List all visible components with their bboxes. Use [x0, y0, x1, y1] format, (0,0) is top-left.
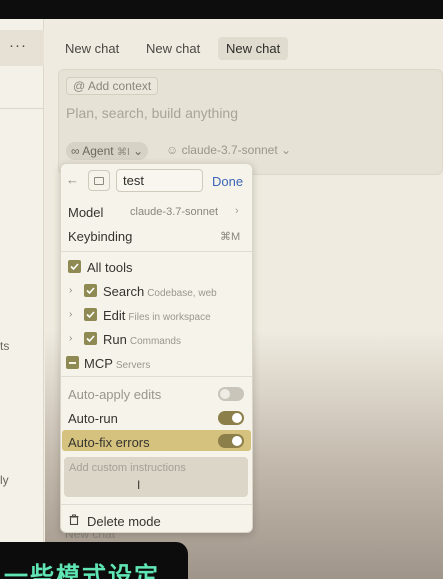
tab-new-chat-active[interactable]: New chat	[218, 37, 289, 60]
tab-new-chat-2[interactable]: New chat	[138, 37, 208, 60]
chevron-down-icon: ⌄	[133, 144, 144, 158]
chevron-right-icon: ›	[235, 205, 239, 217]
auto-run-label: Auto-run	[68, 411, 118, 426]
custom-instructions-placeholder: Add custom instructions	[69, 462, 186, 474]
tab-new-chat-1[interactable]: New chat	[57, 37, 127, 60]
run-tool-label: Run Commands	[103, 332, 181, 347]
tool-name: MCP	[84, 356, 113, 371]
divider	[61, 251, 252, 252]
divider	[61, 376, 252, 377]
tool-name: Run	[103, 332, 127, 347]
video-subtitle: 一些模式设定	[4, 562, 160, 579]
search-tool-label: Search Codebase, web	[103, 284, 217, 299]
tool-description: Files in workspace	[128, 312, 211, 323]
tool-description: Commands	[129, 336, 181, 347]
auto-apply-edits-toggle[interactable]	[218, 387, 244, 401]
edit-tool-label: Edit Files in workspace	[103, 308, 211, 323]
auto-fix-errors-label: Auto-fix errors	[68, 435, 150, 450]
folder-icon	[94, 177, 104, 185]
done-button[interactable]: Done	[212, 174, 243, 189]
agent-mode-label: ∞ Agent	[71, 144, 114, 158]
video-subtitle-box: 一些模式设定	[0, 542, 188, 579]
tool-description: Codebase, web	[147, 288, 217, 299]
agent-mode-selector[interactable]: ∞ Agent ⌘I ⌄	[66, 142, 149, 160]
auto-run-toggle[interactable]	[218, 411, 244, 425]
model-row-label: Model	[68, 205, 104, 220]
divider	[61, 504, 252, 505]
chevron-down-icon: ⌄	[281, 143, 292, 157]
sidebar	[0, 19, 44, 579]
mode-name-input[interactable]	[116, 169, 203, 192]
edit-tool-checkbox[interactable]	[84, 308, 97, 321]
tool-description: Servers	[115, 360, 151, 371]
run-tool-checkbox[interactable]	[84, 332, 97, 345]
top-bar	[0, 0, 443, 19]
composer-placeholder[interactable]: Plan, search, build anything	[66, 105, 238, 121]
all-tools-label: All tools	[87, 260, 133, 275]
sidebar-text-fragment: ly	[0, 473, 9, 487]
all-tools-checkbox[interactable]	[68, 260, 81, 273]
back-arrow-icon[interactable]: ←	[66, 172, 79, 187]
sidebar-divider	[0, 108, 44, 109]
trash-icon[interactable]	[69, 514, 79, 528]
model-row-value[interactable]: claude-3.7-sonnet	[130, 206, 218, 218]
partial-check-icon	[69, 362, 76, 364]
auto-apply-edits-label: Auto-apply edits	[68, 387, 162, 402]
text-cursor-icon: I	[137, 478, 141, 492]
search-tool-checkbox[interactable]	[84, 284, 97, 297]
more-options-icon[interactable]: ···	[9, 37, 27, 54]
delete-mode-button[interactable]: Delete mode	[87, 514, 161, 529]
agent-shortcut: ⌘I	[116, 147, 130, 158]
mcp-checkbox[interactable]	[66, 356, 79, 369]
sidebar-text-fragment: ts	[0, 339, 10, 353]
tool-name: Edit	[103, 308, 126, 323]
mode-icon-picker-button[interactable]	[88, 170, 110, 191]
keybinding-value[interactable]: ⌘M	[220, 230, 240, 243]
model-selector[interactable]: ☺︎ claude-3.7-sonnet ⌄	[166, 143, 291, 157]
mcp-label: MCP Servers	[84, 356, 150, 371]
keybinding-row-label: Keybinding	[68, 229, 133, 244]
custom-instructions-field[interactable]: Add custom instructions	[64, 457, 248, 497]
add-context-button[interactable]: @ Add context	[66, 77, 159, 95]
model-selector-label: claude-3.7-sonnet	[181, 143, 278, 157]
chevron-right-icon[interactable]: ›	[69, 285, 72, 296]
tool-name: Search	[103, 284, 145, 299]
chevron-right-icon[interactable]: ›	[69, 309, 72, 320]
auto-fix-errors-toggle[interactable]	[218, 434, 244, 448]
chevron-right-icon[interactable]: ›	[69, 333, 72, 344]
model-icon: ☺︎	[166, 143, 179, 157]
